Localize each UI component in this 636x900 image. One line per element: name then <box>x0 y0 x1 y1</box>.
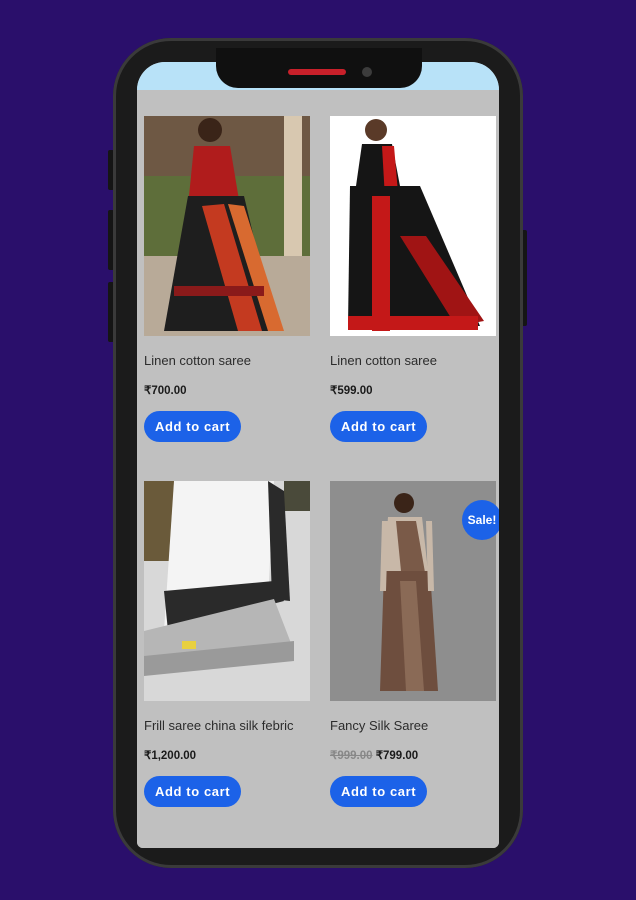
product-image[interactable] <box>144 481 310 701</box>
speaker-icon <box>288 69 346 75</box>
camera-icon <box>362 67 372 77</box>
product-name[interactable]: Fancy Silk Saree <box>330 718 498 733</box>
product-price: ₹700.00 <box>144 385 187 397</box>
product-card[interactable]: Frill saree china silk febric ₹1,200.00 … <box>144 481 312 807</box>
product-name[interactable]: Linen cotton saree <box>144 353 312 368</box>
product-card[interactable]: Linen cotton saree ₹700.00 Add to cart <box>144 116 312 442</box>
product-sale-price: ₹799.00 <box>375 750 419 762</box>
product-image[interactable] <box>144 116 310 336</box>
product-old-price: ₹999.00 <box>330 750 373 762</box>
phone-screen: Linen cotton saree ₹700.00 Add to cart L… <box>137 62 499 848</box>
product-grid: Linen cotton saree ₹700.00 Add to cart L… <box>137 90 499 848</box>
add-to-cart-button[interactable]: Add to cart <box>144 776 242 807</box>
product-image[interactable] <box>330 116 496 336</box>
add-to-cart-button[interactable]: Add to cart <box>330 411 428 442</box>
product-price: ₹599.00 <box>330 385 373 397</box>
product-card[interactable]: Linen cotton saree ₹599.00 Add to cart <box>330 116 498 442</box>
phone-notch <box>216 48 422 88</box>
add-to-cart-button[interactable]: Add to cart <box>144 411 242 442</box>
product-name[interactable]: Linen cotton saree <box>330 353 498 368</box>
product-name[interactable]: Frill saree china silk febric <box>144 718 312 733</box>
product-price: ₹999.00 ₹799.00 <box>330 748 498 762</box>
add-to-cart-button[interactable]: Add to cart <box>330 776 428 807</box>
sale-badge: Sale! <box>462 500 499 540</box>
product-price: ₹1,200.00 <box>144 750 197 762</box>
